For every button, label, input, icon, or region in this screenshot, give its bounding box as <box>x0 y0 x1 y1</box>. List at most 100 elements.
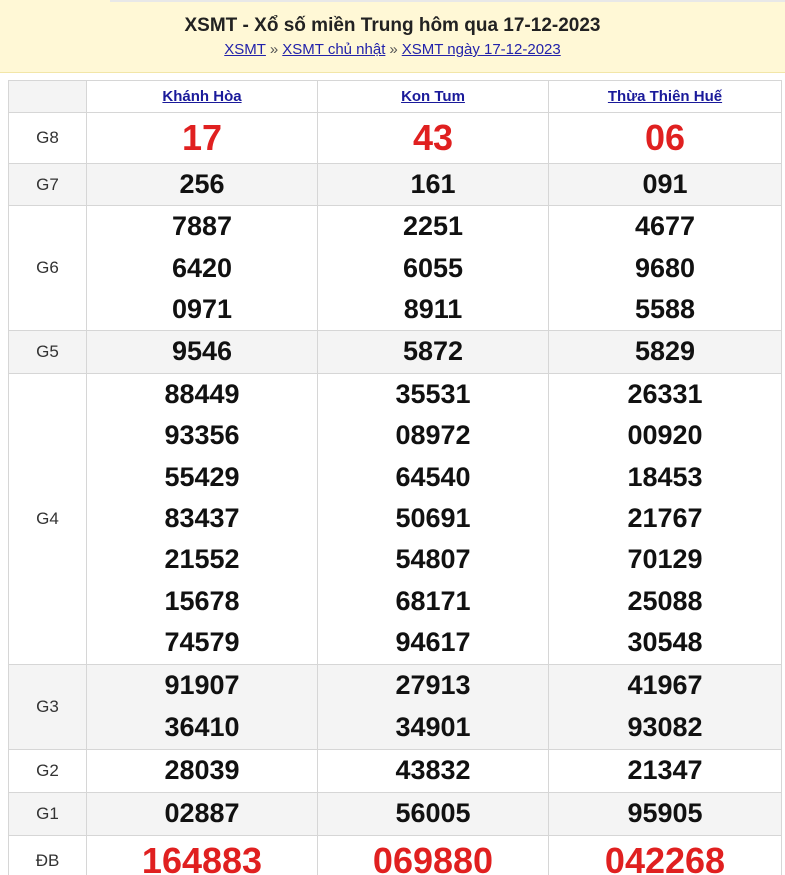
prize-cell: 164883 <box>86 834 318 875</box>
lottery-number: 00920 <box>627 420 703 451</box>
prize-cell: 042268 <box>548 834 782 875</box>
prize-cell: 256 <box>86 162 318 207</box>
results-body: G8 17 43 06 G7 256 161 091 G6 7887 6420 0971 2251 605… <box>8 112 782 875</box>
prize-cell: 41967 93082 <box>548 663 782 750</box>
province-header: Kon Tum <box>317 80 549 113</box>
breadcrumb-link-date[interactable]: XSMT ngày 17-12-2023 <box>402 41 561 58</box>
lottery-number: 5872 <box>402 336 464 367</box>
prize-cell: 95905 <box>548 791 782 836</box>
lottery-number: 43832 <box>395 754 471 785</box>
lottery-number: 56005 <box>395 797 471 828</box>
province-link-kon-tum[interactable]: Kon Tum <box>401 88 465 105</box>
results-page: XSMT - Xổ số miền Trung hôm qua 17-12-20… <box>0 0 785 875</box>
prize-cell: 161 <box>317 162 549 207</box>
prize-cell: 9546 <box>86 330 318 374</box>
corner-cell <box>8 80 87 113</box>
prize-cell: 91907 36410 <box>86 663 318 750</box>
prize-row-g5: G5 9546 5872 5829 <box>8 330 782 374</box>
prize-label: G5 <box>8 330 87 374</box>
lottery-number: 41967 <box>627 670 703 701</box>
lottery-number: 161 <box>410 169 456 199</box>
lottery-number: 17 <box>181 117 223 158</box>
prize-cell: 27913 34901 <box>317 663 549 750</box>
lottery-number: 6055 <box>402 252 464 283</box>
prize-cell: 5829 <box>548 330 782 374</box>
lottery-number: 9546 <box>171 336 233 367</box>
prize-cell: 56005 <box>317 791 549 836</box>
prize-label: G3 <box>8 663 87 750</box>
lottery-number: 93082 <box>627 711 703 742</box>
prize-cell: 5872 <box>317 330 549 374</box>
lottery-number: 08972 <box>395 420 471 451</box>
lottery-number: 50691 <box>395 502 471 533</box>
prize-cell: 88449 93356 55429 83437 21552 15678 74579 <box>86 372 318 665</box>
lottery-number: 5829 <box>634 336 696 367</box>
breadcrumb-separator: » <box>269 41 279 58</box>
top-divider <box>110 0 785 2</box>
prize-cell: 21347 <box>548 748 782 793</box>
prize-label: G2 <box>8 748 87 793</box>
prize-row-g3: G3 91907 36410 27913 34901 41967 93082 <box>8 663 782 750</box>
province-header-row: Khánh Hòa Kon Tum Thừa Thiên Huế <box>8 80 782 113</box>
lottery-number: 35531 <box>395 378 471 409</box>
lottery-number: 8911 <box>403 293 463 324</box>
prize-cell: 26331 00920 18453 21767 70129 25088 30548 <box>548 372 782 665</box>
lottery-number: 164883 <box>141 839 263 875</box>
lottery-number: 7887 <box>171 211 233 242</box>
lottery-number: 091 <box>642 169 688 199</box>
prize-cell: 28039 <box>86 748 318 793</box>
lottery-number: 91907 <box>164 670 240 701</box>
breadcrumb: XSMT» XSMT chủ nhật» XSMT ngày 17-12-2023 <box>0 40 785 60</box>
lottery-number: 042268 <box>604 839 726 875</box>
lottery-number: 21767 <box>627 502 703 533</box>
lottery-number: 93356 <box>164 420 240 451</box>
prize-cell: 06 <box>548 112 782 164</box>
prize-label: G8 <box>8 112 87 164</box>
lottery-number: 83437 <box>164 502 240 533</box>
prize-row-g4: G4 88449 93356 55429 83437 21552 15678 74579 355… <box>8 372 782 665</box>
lottery-number: 4677 <box>634 211 696 242</box>
results-table: Khánh Hòa Kon Tum Thừa Thiên Huế G8 17 43 0… <box>8 80 782 875</box>
prize-cell: 2251 6055 8911 <box>317 205 549 332</box>
prize-label: G6 <box>8 205 87 332</box>
province-header: Khánh Hòa <box>86 80 318 113</box>
lottery-number: 70129 <box>627 544 703 575</box>
breadcrumb-link-sunday[interactable]: XSMT chủ nhật <box>282 41 385 58</box>
lottery-number: 02887 <box>164 797 240 828</box>
lottery-number: 06 <box>644 117 686 158</box>
province-link-thua-thien-hue[interactable]: Thừa Thiên Huế <box>608 88 722 105</box>
prize-row-g1: G1 02887 56005 95905 <box>8 791 782 836</box>
prize-cell: 7887 6420 0971 <box>86 205 318 332</box>
lottery-number: 55429 <box>164 461 240 492</box>
prize-row-g8: G8 17 43 06 <box>8 112 782 164</box>
lottery-number: 2251 <box>402 211 464 242</box>
lottery-number: 5588 <box>634 293 696 324</box>
lottery-number: 069880 <box>372 839 494 875</box>
lottery-number: 64540 <box>395 461 471 492</box>
lottery-number: 43 <box>412 117 454 158</box>
prize-row-g6: G6 7887 6420 0971 2251 6055 8911 4677 9680 5588 <box>8 205 782 332</box>
lottery-number: 36410 <box>164 711 240 742</box>
page-title: XSMT - Xổ số miền Trung hôm qua 17-12-20… <box>184 15 601 36</box>
lottery-number: 25088 <box>627 585 703 616</box>
lottery-number: 28039 <box>164 754 240 785</box>
lottery-number: 21552 <box>164 544 240 575</box>
lottery-number: 34901 <box>395 711 471 742</box>
breadcrumb-separator: » <box>389 41 398 58</box>
prize-cell: 4677 9680 5588 <box>548 205 782 332</box>
prize-label: G1 <box>8 791 87 836</box>
prize-cell: 091 <box>548 162 782 207</box>
province-link-khanh-hoa[interactable]: Khánh Hòa <box>162 88 241 105</box>
prize-cell: 35531 08972 64540 50691 54807 68171 94617 <box>317 372 549 665</box>
prize-cell: 43 <box>317 112 549 164</box>
lottery-number: 88449 <box>164 378 240 409</box>
lottery-number: 0971 <box>171 293 233 324</box>
prize-cell: 069880 <box>317 834 549 875</box>
lottery-number: 95905 <box>627 797 703 828</box>
prize-row-db: ĐB 164883 069880 042268 <box>8 834 782 875</box>
lottery-number: 21347 <box>627 754 703 785</box>
lottery-number: 74579 <box>164 627 240 658</box>
lottery-number: 68171 <box>395 585 471 616</box>
breadcrumb-link-xsmt[interactable]: XSMT <box>224 41 266 58</box>
lottery-number: 15678 <box>164 585 240 616</box>
